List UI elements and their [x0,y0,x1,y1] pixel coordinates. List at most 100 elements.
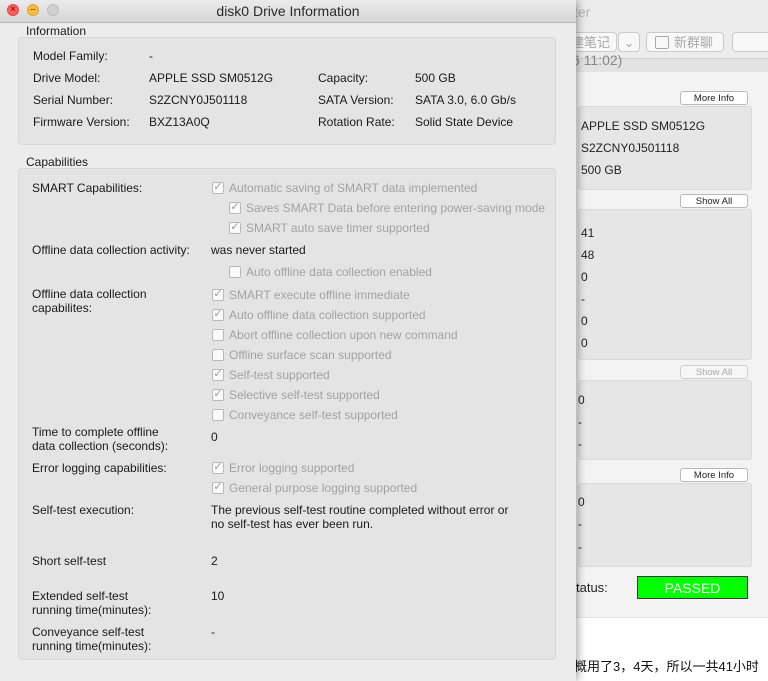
checkbox-box: ✓ [212,288,224,301]
conveyance-selftest-value: - [211,625,215,639]
checkmark-icon: ✓ [213,461,223,473]
checkbox-label: SMART execute offline immediate [229,288,410,302]
offline-activity-value: was never started [211,243,306,257]
short-selftest-label: Short self-test [32,554,107,568]
checkbox-box [212,409,224,421]
checkbox-label: Abort offline collection upon new comman… [229,328,458,342]
checkbox-box: ✓ [212,308,224,321]
selftest-value: - [578,517,582,531]
sata-version-label: SATA Version: [318,93,394,107]
checkmark-icon: ✓ [213,181,223,193]
selftest-value: 0 [578,495,585,509]
toolbar-button[interactable] [732,32,768,52]
selftest-value: - [578,540,582,554]
error-value: 0 [578,393,585,407]
new-group-icon [655,36,669,49]
checkbox-box: ✓ [212,368,224,381]
drive-model-label: Drive Model: [33,71,101,85]
checkbox-box: ✓ [212,181,224,194]
attribute-value: 0 [581,270,588,284]
attribute-value: 41 [581,226,595,240]
checkbox-label: General purpose logging supported [229,481,418,495]
checkbox-box: ✓ [212,388,224,401]
model-family-value: - [149,49,153,63]
model-family-label: Model Family: [33,49,108,63]
attribute-value: - [581,292,585,306]
error-value: - [578,415,582,429]
checkmark-icon: ✓ [213,481,223,493]
smart-capabilities-label: SMART Capabilities: [32,181,143,195]
selftest-panel [578,483,752,567]
firmware-value: BXZ13A0Q [149,115,210,129]
short-selftest-value: 2 [211,554,218,568]
checkmark-icon: ✓ [213,308,223,320]
conveyance-selftest-label: Conveyance self-test running time(minute… [32,625,152,653]
new-note-label: 建笔记 [571,35,611,50]
background-title: ter [574,4,591,20]
show-all-attributes-button[interactable]: Show All [680,194,748,208]
checkbox-box: ✓ [229,221,241,234]
selftest-execution-label: Self-test execution: [32,503,135,517]
attributes-panel [578,209,752,360]
checkbox-label: Error logging supported [229,461,355,475]
capacity-label: Capacity: [318,71,369,85]
show-all-errors-button[interactable]: Show All [680,365,748,379]
window-title: disk0 Drive Information [216,3,360,19]
checkbox-box: ✓ [212,461,224,474]
capacity-value: 500 GB [415,71,456,85]
checkmark-icon: ✓ [213,288,223,300]
selftest-execution-value: The previous self-test routine completed… [211,503,509,531]
capabilities-section-title: Capabilities [26,155,89,169]
checkbox-label: Conveyance self-test supported [229,408,398,422]
more-info-selftest-button[interactable]: More Info [680,468,748,482]
time-offline-value: 0 [211,430,218,444]
extended-selftest-label: Extended self-test running time(minutes)… [32,589,152,617]
checkmark-icon: ✓ [213,368,223,380]
serial-number-label: Serial Number: [33,93,114,107]
serial-value: S2ZCNY0J501118 [581,141,680,155]
rotation-rate-value: Solid State Device [415,115,514,129]
chevron-down-icon[interactable]: ⌄ [618,32,640,52]
information-section-title: Information [26,24,87,38]
status-badge: PASSED [637,576,748,599]
checkbox-box [212,329,224,341]
error-value: - [578,437,582,451]
checkbox-box: ✓ [212,481,224,494]
checkbox-box [229,266,241,278]
checkbox-label: Selective self-test supported [229,388,380,402]
checkbox-label: Auto offline data collection enabled [246,265,432,279]
checkbox-label: Offline surface scan supported [229,348,392,362]
checkbox-label: SMART auto save timer supported [246,221,430,235]
drive-information-window: × – disk0 Drive Information Information … [0,0,576,681]
timestamp: 6 11:02) [572,52,623,68]
offline-capabilities-label: Offline data collection capabilites: [32,287,147,315]
rotation-rate-label: Rotation Rate: [318,115,395,129]
checkbox-label: Automatic saving of SMART data implement… [229,181,478,195]
attribute-value: 48 [581,248,595,262]
capacity-value: 500 GB [581,163,622,177]
status-label: tatus: [576,580,608,595]
checkbox-box: ✓ [229,201,241,214]
checkmark-icon: ✓ [230,201,240,213]
checkbox-label: Saves SMART Data before entering power-s… [246,201,546,215]
serial-number-value: S2ZCNY0J501118 [149,93,248,107]
extended-selftest-value: 10 [211,589,225,603]
chat-message-text: 概用了3，4天，所以一共41小时 [574,659,759,674]
checkbox-label: Auto offline data collection supported [229,308,426,322]
checkbox-label: Self-test supported [229,368,330,382]
sata-version-value: SATA 3.0, 6.0 Gb/s [415,93,516,107]
checkbox-box [212,349,224,361]
checkmark-icon: ✓ [213,388,223,400]
attribute-value: 0 [581,336,588,350]
new-group-chat-button[interactable]: 新群聊 [646,32,724,52]
firmware-label: Firmware Version: [33,115,130,129]
new-group-label: 新群聊 [674,35,714,50]
time-offline-label: Time to complete offline data collection… [32,425,169,453]
more-info-button[interactable]: More Info [680,91,748,105]
error-logging-label: Error logging capabilities: [32,461,167,475]
attribute-value: 0 [581,314,588,328]
drive-model-value: APPLE SSD SM0512G [581,119,706,133]
offline-activity-label: Offline data collection activity: [32,243,190,257]
checkmark-icon: ✓ [230,221,240,233]
drive-model-value: APPLE SSD SM0512G [149,71,274,85]
